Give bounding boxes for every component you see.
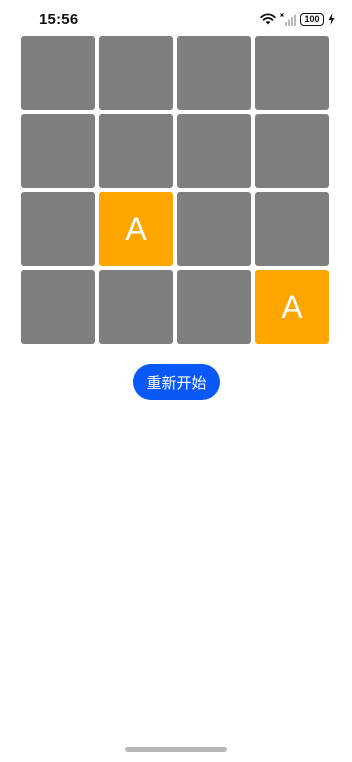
home-indicator[interactable]: [125, 747, 227, 752]
status-icons: 100: [260, 11, 335, 27]
board-cell[interactable]: A: [99, 192, 173, 266]
game-board: AA: [21, 36, 331, 346]
signal-icon: [280, 12, 296, 26]
board-cell[interactable]: [177, 192, 251, 266]
battery-icon: 100: [300, 12, 324, 26]
board-cell[interactable]: [21, 270, 95, 344]
wifi-icon: [260, 13, 276, 25]
board-cell[interactable]: [99, 36, 173, 110]
board-cell[interactable]: [21, 114, 95, 188]
battery-level: 100: [304, 13, 320, 24]
board-cell[interactable]: [177, 270, 251, 344]
board-cell[interactable]: [255, 114, 329, 188]
status-time: 15:56: [39, 11, 79, 28]
board-cell[interactable]: [99, 270, 173, 344]
restart-button[interactable]: 重新开始: [133, 364, 220, 400]
board-cell[interactable]: [177, 114, 251, 188]
board-cell[interactable]: [255, 192, 329, 266]
board-cell[interactable]: A: [255, 270, 329, 344]
status-bar: 15:56 100: [0, 0, 352, 36]
board-cell[interactable]: [255, 36, 329, 110]
board-cell[interactable]: [21, 192, 95, 266]
charging-icon: [328, 13, 335, 25]
board-cell[interactable]: [99, 114, 173, 188]
board-cell[interactable]: [21, 36, 95, 110]
board-cell[interactable]: [177, 36, 251, 110]
